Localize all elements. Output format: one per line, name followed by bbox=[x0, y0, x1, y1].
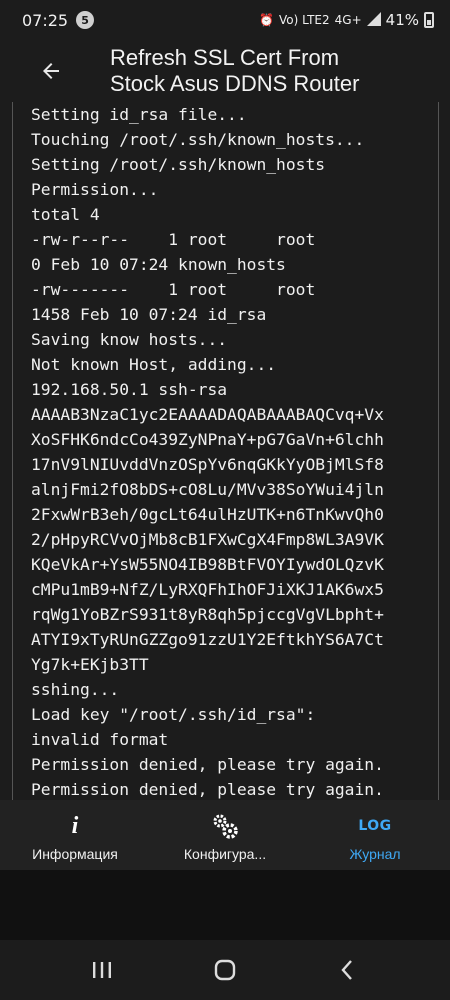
gears-icon bbox=[210, 812, 240, 840]
log-line: 192.168.50.1 ssh-rsa bbox=[31, 380, 228, 399]
info-icon: i bbox=[71, 812, 79, 839]
tab-config-label: Конфигура... bbox=[183, 846, 267, 862]
log-line: -rw-r--r-- 1 root root bbox=[31, 230, 316, 249]
log-line: Yg7k+EKjb3TT bbox=[31, 655, 149, 674]
log-line: total 4 bbox=[31, 205, 100, 224]
log-line: Permission denied, please try again. bbox=[31, 755, 384, 774]
status-time: 07:25 bbox=[22, 10, 69, 30]
log-line: Permission... bbox=[31, 180, 159, 199]
system-back-button[interactable] bbox=[328, 950, 368, 990]
chevron-left-icon bbox=[341, 960, 353, 980]
tab-log[interactable]: LOG Журнал bbox=[300, 800, 450, 870]
tab-log-label: Журнал bbox=[349, 846, 401, 862]
tab-info[interactable]: i Информация bbox=[0, 800, 150, 870]
status-bar: 07:25 5 ⏰ Vo) LTE2 4G+ 41% bbox=[0, 0, 450, 40]
home-icon bbox=[214, 959, 236, 981]
page-title: Refresh SSL Cert From Stock Asus DDNS Ro… bbox=[110, 45, 359, 97]
arrow-left-icon bbox=[43, 63, 59, 79]
log-line: Permission denied, please try again. bbox=[31, 780, 384, 799]
log-line: alnjFmi2fO8bDS+cO8Lu/MVv38SoYWui4jln bbox=[31, 480, 384, 499]
log-line: Load key "/root/.ssh/id_rsa": bbox=[31, 705, 316, 724]
alarm-icon: ⏰ bbox=[259, 13, 274, 27]
home-button[interactable] bbox=[205, 950, 245, 990]
page-title-line2: Stock Asus DDNS Router bbox=[110, 71, 360, 96]
log-line: rqWg1YoBZrS931t8yR8qh5pjccgVgVLbpht+ bbox=[31, 605, 384, 624]
signal-icon bbox=[366, 11, 381, 29]
log-line: cMPu1mB9+NfZ/LyRXQFhIhOFJiXKJ1AK6wx5 bbox=[31, 580, 384, 599]
log-line: 1458 Feb 10 07:24 id_rsa bbox=[31, 305, 267, 324]
log-line: ATYI9xTyRUnGZZgo91zzU1Y2EftkhYS6A7Ct bbox=[31, 630, 384, 649]
log-icon: LOG bbox=[358, 818, 392, 834]
log-line: Setting /root/.ssh/known_hosts bbox=[31, 155, 326, 174]
signal-type: 4G+ bbox=[334, 13, 362, 27]
app-bar: Refresh SSL Cert From Stock Asus DDNS Ro… bbox=[0, 40, 450, 102]
empty-area bbox=[0, 870, 450, 940]
battery-percent: 41% bbox=[385, 11, 419, 29]
battery-icon bbox=[424, 12, 434, 28]
bottom-navigation: i Информация Конфигура... LOG Журнал bbox=[0, 800, 450, 870]
log-line: AAAAB3NzaC1yc2EAAAADAQABAAABAQCvq+Vx bbox=[31, 405, 384, 424]
log-line: XoSFHK6ndcCo439ZyNPnaY+pG7GaVn+6lchh bbox=[31, 430, 384, 449]
page-title-line1: Refresh SSL Cert From bbox=[110, 45, 340, 70]
log-line: -rw------- 1 root root bbox=[31, 280, 316, 299]
notification-count-badge: 5 bbox=[76, 11, 95, 29]
log-output[interactable]: Setting id_rsa file... Touching /root/.ss… bbox=[12, 102, 439, 800]
tab-config[interactable]: Конфигура... bbox=[150, 800, 300, 870]
network-label: Vo) LTE2 bbox=[278, 13, 330, 27]
log-line: Not known Host, adding... bbox=[31, 355, 277, 374]
log-line: invalid format bbox=[31, 730, 169, 749]
log-line: KQeVkAr+YsW55NO4IB98BtFVOYIywdOLQzvK bbox=[31, 555, 384, 574]
back-button[interactable] bbox=[34, 54, 68, 88]
log-lines: Setting id_rsa file... Touching /root/.ss… bbox=[13, 102, 438, 800]
tab-info-label: Информация bbox=[32, 846, 118, 862]
recents-button[interactable] bbox=[82, 950, 122, 990]
log-line: Saving know hosts... bbox=[31, 330, 228, 349]
log-line: 0 Feb 10 07:24 known_hosts bbox=[31, 255, 286, 274]
log-line: 17nV9lNIUvddVnzOSpYv6nqGKkYyOBjMlSf8 bbox=[31, 455, 384, 474]
log-line: sshing... bbox=[31, 680, 120, 699]
log-line: Touching /root/.ssh/known_hosts... bbox=[31, 130, 365, 149]
system-navigation-bar bbox=[0, 940, 450, 1000]
recents-icon bbox=[92, 962, 111, 978]
log-line: Setting id_rsa file... bbox=[31, 105, 247, 124]
log-line: 2/pHpyRCVvOjMb8cB1FXwCgX4Fmp8WL3A9VK bbox=[31, 530, 384, 549]
log-line: 2FxwWrB3eh/0gcLt64ulHzUTK+n6TnKwvQh0 bbox=[31, 505, 384, 524]
